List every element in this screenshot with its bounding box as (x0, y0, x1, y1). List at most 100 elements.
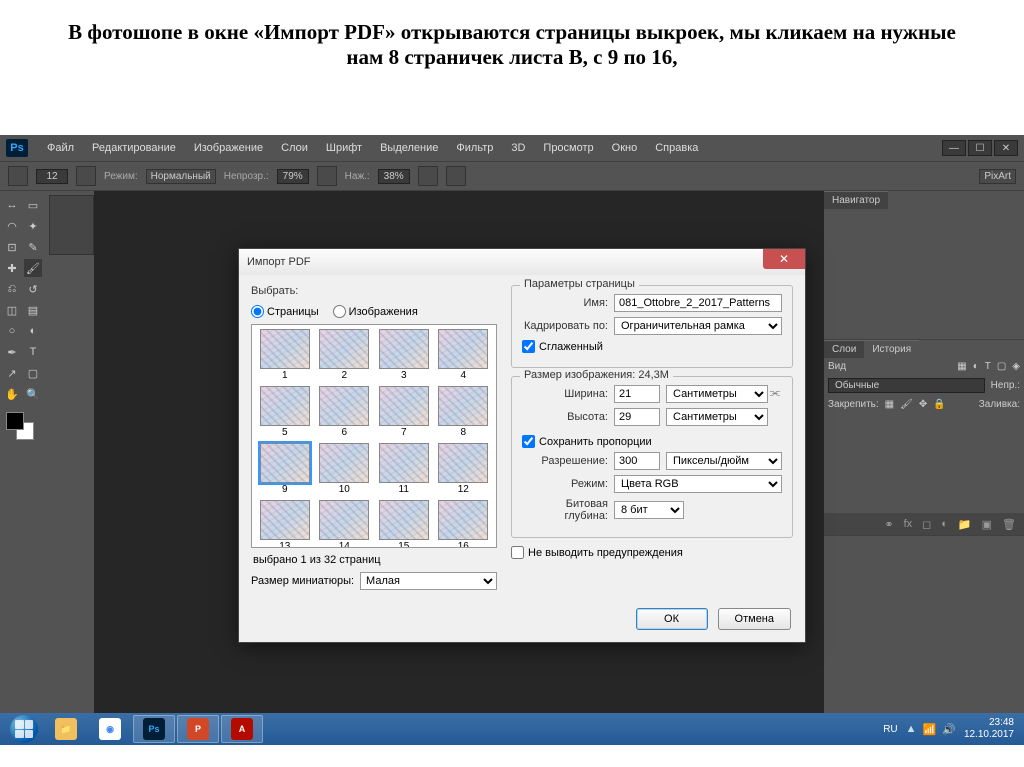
blend-mode-select[interactable]: Нормальный (146, 169, 216, 184)
blur-tool-icon[interactable]: ○ (2, 321, 22, 341)
menu-3d[interactable]: 3D (502, 142, 534, 154)
page-thumbnail[interactable]: 12 (435, 443, 493, 498)
tray-network-icon[interactable]: 📶 (923, 723, 937, 736)
clock[interactable]: 23:48 12.10.2017 (964, 717, 1014, 741)
move-tool-icon[interactable]: ↔ (2, 195, 22, 215)
navigator-tab[interactable]: Навигатор (824, 191, 888, 209)
menu-window[interactable]: Окно (603, 142, 647, 154)
wand-tool-icon[interactable]: ✦ (23, 216, 43, 236)
start-button[interactable] (4, 713, 44, 745)
zoom-tool-icon[interactable]: 🔍 (23, 384, 43, 404)
page-thumbnail[interactable]: 16 (435, 500, 493, 548)
page-thumbnail[interactable]: 9 (256, 443, 314, 498)
taskbar-chrome[interactable]: ◉ (89, 715, 131, 743)
cancel-button[interactable]: Отмена (718, 608, 791, 630)
gradient-tool-icon[interactable]: ▤ (23, 300, 43, 320)
menu-filter[interactable]: Фильтр (447, 142, 502, 154)
pressure-opacity-icon[interactable] (317, 166, 337, 186)
stamp-tool-icon[interactable]: ⎌ (2, 279, 22, 299)
brush-tool-icon[interactable] (8, 166, 28, 186)
filter-pixel-icon[interactable]: ▦ (957, 361, 966, 372)
close-icon[interactable]: ✕ (994, 140, 1018, 156)
brush-preset-icon[interactable] (76, 166, 96, 186)
new-layer-icon[interactable]: ▣ (982, 518, 992, 531)
delete-icon[interactable]: 🗑 (1002, 518, 1016, 531)
brush-size[interactable]: 12 (36, 169, 68, 184)
adjustment-icon[interactable]: ◐ (941, 518, 948, 530)
constrain-link-icon[interactable]: ⫘ (768, 385, 782, 431)
resolution-unit[interactable]: Пикселы/дюйм (666, 452, 782, 470)
dodge-tool-icon[interactable]: ◐ (23, 321, 43, 341)
height-input[interactable] (614, 408, 660, 426)
fx-icon[interactable]: fx (904, 518, 913, 530)
menu-type[interactable]: Шрифт (317, 142, 371, 154)
taskbar-acrobat[interactable]: A (221, 715, 263, 743)
foreground-color[interactable] (6, 412, 24, 430)
page-thumbnail[interactable]: 7 (375, 386, 433, 441)
pressure-size-icon[interactable] (446, 166, 466, 186)
heal-tool-icon[interactable]: ✚ (2, 258, 22, 278)
lock-trans-icon[interactable]: ▦ (885, 399, 894, 410)
filter-adj-icon[interactable]: ◐ (973, 361, 979, 372)
page-thumbnail[interactable]: 14 (316, 500, 374, 548)
dialog-close-button[interactable]: ✕ (763, 249, 805, 269)
marquee-tool-icon[interactable]: ▭ (23, 195, 43, 215)
hand-tool-icon[interactable]: ✋ (2, 384, 22, 404)
page-thumbnail[interactable]: 5 (256, 386, 314, 441)
workspace-select[interactable]: PixArt (979, 169, 1016, 184)
lock-all-icon[interactable]: 🔒 (933, 399, 945, 410)
resolution-input[interactable] (614, 452, 660, 470)
menu-layers[interactable]: Слои (272, 142, 317, 154)
history-tab[interactable]: История (864, 340, 919, 358)
width-unit[interactable]: Сантиметры (666, 385, 768, 403)
airbrush-icon[interactable] (418, 166, 438, 186)
page-thumbnail[interactable]: 10 (316, 443, 374, 498)
language-indicator[interactable]: RU (883, 724, 897, 735)
brush-tool-icon[interactable]: 🖌 (23, 258, 43, 278)
link-layers-icon[interactable]: ⚭ (884, 518, 893, 531)
history-brush-icon[interactable]: ↺ (23, 279, 43, 299)
pen-tool-icon[interactable]: ✒ (2, 342, 22, 362)
radio-pages[interactable]: Страницы (251, 305, 319, 318)
flow-value[interactable]: 38% (378, 169, 410, 184)
dialog-titlebar[interactable]: Импорт PDF ✕ (239, 249, 805, 275)
taskbar-explorer[interactable]: 📁 (45, 715, 87, 743)
menu-image[interactable]: Изображение (185, 142, 272, 154)
tray-sound-icon[interactable]: 🔊 (942, 723, 956, 736)
color-mode-select[interactable]: Цвета RGB (614, 475, 782, 493)
page-thumbnail[interactable]: 1 (256, 329, 314, 384)
opacity-value[interactable]: 79% (277, 169, 309, 184)
ok-button[interactable]: ОК (636, 608, 708, 630)
taskbar-photoshop[interactable]: Ps (133, 715, 175, 743)
taskbar-powerpoint[interactable]: P (177, 715, 219, 743)
antialiased-checkbox[interactable] (522, 340, 535, 353)
menu-help[interactable]: Справка (646, 142, 707, 154)
path-tool-icon[interactable]: ↗ (2, 363, 22, 383)
layers-tab[interactable]: Слои (824, 340, 864, 358)
thumbnail-area[interactable]: 12345678910111213141516 (251, 324, 497, 548)
shape-tool-icon[interactable]: ▢ (23, 363, 43, 383)
menu-file[interactable]: Файл (38, 142, 83, 154)
eyedropper-tool-icon[interactable]: ✎ (23, 237, 43, 257)
crop-select[interactable]: Ограничительная рамка (614, 317, 782, 335)
constrain-checkbox[interactable] (522, 435, 535, 448)
radio-images[interactable]: Изображения (333, 305, 418, 318)
width-input[interactable] (614, 385, 660, 403)
type-tool-icon[interactable]: T (23, 342, 43, 362)
page-thumbnail[interactable]: 13 (256, 500, 314, 548)
lock-pos-icon[interactable]: ✥ (919, 399, 927, 410)
mask-icon[interactable]: ◻ (922, 518, 931, 531)
menu-edit[interactable]: Редактирование (83, 142, 185, 154)
eraser-tool-icon[interactable]: ◫ (2, 300, 22, 320)
height-unit[interactable]: Сантиметры (666, 408, 768, 426)
menu-select[interactable]: Выделение (371, 142, 447, 154)
filter-type-icon[interactable]: T (985, 361, 991, 372)
group-icon[interactable]: 📁 (958, 518, 972, 531)
crop-tool-icon[interactable]: ⊡ (2, 237, 22, 257)
maximize-icon[interactable]: ☐ (968, 140, 992, 156)
minimize-icon[interactable]: — (942, 140, 966, 156)
blend-mode[interactable]: Обычные (828, 378, 985, 393)
page-thumbnail[interactable]: 3 (375, 329, 433, 384)
suppress-warnings-checkbox[interactable] (511, 546, 524, 559)
page-thumbnail[interactable]: 4 (435, 329, 493, 384)
